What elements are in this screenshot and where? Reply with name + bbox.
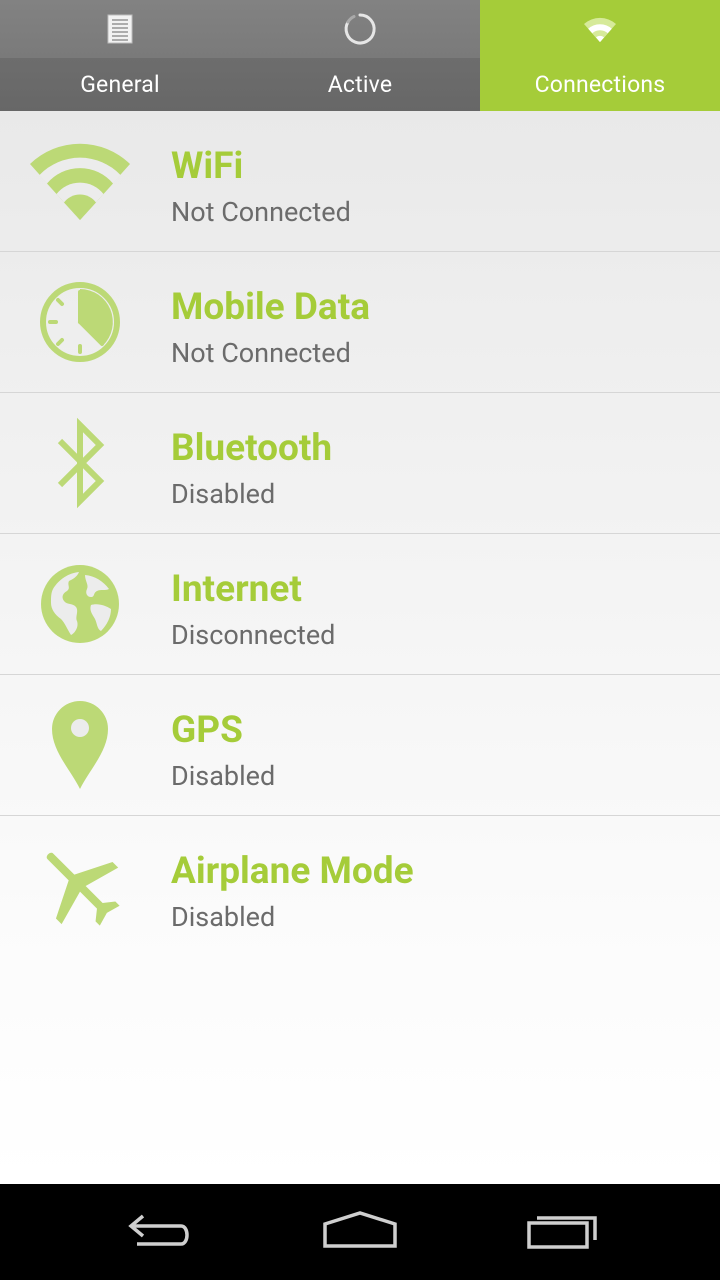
recent-apps-button[interactable] [482,1184,642,1280]
back-icon [125,1210,195,1254]
wifi-icon [480,0,720,58]
list-item-bluetooth[interactable]: Bluetooth Disabled [0,393,720,534]
recent-apps-icon [526,1210,598,1254]
item-status: Disabled [171,901,276,933]
connections-list: WiFi Not Connected Mobile Data Not Conne… [0,111,720,1184]
item-status: Not Connected [171,337,351,369]
clock-icon [20,252,140,392]
item-status: Not Connected [171,196,351,228]
airplane-icon [20,816,140,956]
tab-general[interactable]: General [0,0,240,111]
item-title: Bluetooth [171,427,333,470]
item-title: Airplane Mode [171,850,414,893]
globe-icon [20,534,140,674]
item-status: Disabled [171,478,276,510]
wifi-icon [20,111,140,251]
tab-active[interactable]: Active [240,0,480,111]
back-button[interactable] [80,1184,240,1280]
item-title: Mobile Data [171,286,371,329]
home-icon [322,1210,398,1254]
item-status: Disabled [171,760,276,792]
tab-label: Connections [534,71,666,98]
list-item-wifi[interactable]: WiFi Not Connected [0,111,720,252]
item-title: WiFi [171,145,244,188]
location-pin-icon [20,675,140,815]
tab-label: Active [327,71,393,98]
list-item-internet[interactable]: Internet Disconnected [0,534,720,675]
item-status: Disconnected [171,619,336,651]
bluetooth-icon [20,393,140,533]
home-button[interactable] [280,1184,440,1280]
list-item-airplane-mode[interactable]: Airplane Mode Disabled [0,816,720,957]
list-item-gps[interactable]: GPS Disabled [0,675,720,816]
spinner-icon [240,0,480,58]
tab-bar: General Active Connections [0,0,720,111]
tab-label: General [80,71,160,98]
item-title: GPS [171,709,243,752]
list-item-mobile-data[interactable]: Mobile Data Not Connected [0,252,720,393]
tab-connections[interactable]: Connections [480,0,720,111]
navigation-bar [0,1184,720,1280]
item-title: Internet [171,568,302,611]
document-icon [0,0,240,58]
